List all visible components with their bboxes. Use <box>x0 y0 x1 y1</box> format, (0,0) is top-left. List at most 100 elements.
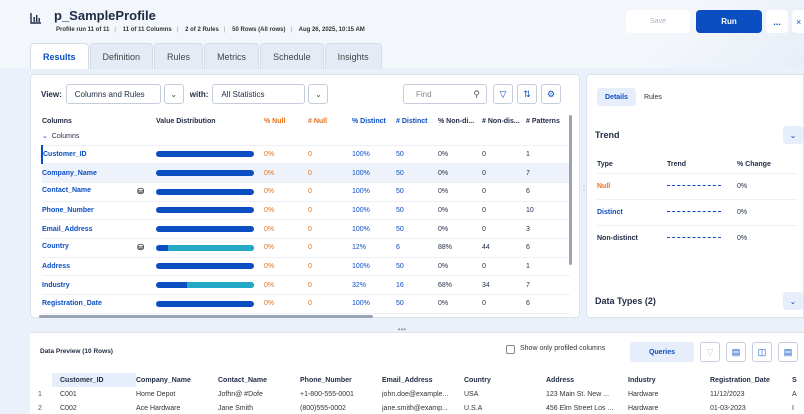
filter-icon[interactable]: ▽ <box>493 84 513 104</box>
table-row[interactable]: Phone_Number 0% 0 100% 50 0% 0 10 <box>42 201 570 221</box>
col-header-patterns[interactable]: # Patterns <box>526 115 570 128</box>
preview-col-header[interactable] <box>38 373 52 387</box>
table-row[interactable]: Contact_Name ⛁ 0% 0 100% 50 0% 0 6 <box>42 182 570 202</box>
table-row[interactable]: Registration_Date 0% 0 100% 50 0% 0 6 <box>42 294 570 314</box>
col-header-value-distribution[interactable]: Value Distribution <box>156 115 264 128</box>
pct-distinct: 32% <box>352 275 396 295</box>
preview-cell: C001 <box>60 390 77 398</box>
pct-null-text: 0% <box>264 206 275 214</box>
close-button[interactable]: × <box>792 10 804 33</box>
tab-details[interactable]: Details <box>597 88 636 106</box>
preview-col-header[interactable]: Country <box>464 373 546 387</box>
filter-icon[interactable]: ▽ <box>700 342 720 362</box>
pct-null-text: 0% <box>264 262 275 270</box>
settings-icon[interactable]: ⚙ <box>541 84 561 104</box>
columns-group-row[interactable]: ⌄ Columns <box>42 128 570 146</box>
preview-col-header[interactable]: Phone_Number <box>300 373 382 387</box>
preview-col-header[interactable]: Customer_ID <box>52 373 136 387</box>
col-header-columns[interactable]: Columns <box>42 115 156 128</box>
pct-distinct: 12% <box>352 238 396 258</box>
column-name-text[interactable]: Phone_Number <box>42 207 94 214</box>
trend-type: Distinct <box>597 198 667 225</box>
preview-col-header[interactable]: Email_Address <box>382 373 464 387</box>
trend-collapse-chevron-icon[interactable]: ⌄ <box>783 126 803 144</box>
view-dropdown-chevron-icon[interactable]: ⌄ <box>163 84 184 104</box>
preview-row[interactable]: 1 C001 Home Depot Jofhn@ #Dofe +1-800-555-00… <box>38 387 804 401</box>
find-input[interactable]: Find ⚲ <box>403 84 487 104</box>
data-types-collapse-chevron-icon[interactable]: ⌄ <box>783 292 803 310</box>
table-row[interactable]: Industry 0% 0 32% 16 68% 34 7 <box>42 275 570 295</box>
pct-nondistinct: 0% <box>438 294 482 314</box>
num-null-text: 0 <box>308 300 312 308</box>
tab-insights[interactable]: Insights <box>324 43 382 69</box>
more-options-button[interactable]: ... <box>766 10 788 33</box>
save-button[interactable]: Save <box>626 10 690 33</box>
statistics-dropdown-chevron-icon[interactable]: ⌄ <box>308 84 329 104</box>
table-row[interactable]: Customer_ID 0% 0 100% 50 0% 0 1 <box>42 145 570 165</box>
tab-results[interactable]: Results <box>30 43 89 69</box>
results-panel: View: Columns and Rules ⌄ with: All Stat… <box>30 74 580 318</box>
patterns: 3 <box>526 219 570 239</box>
tab-metrics[interactable]: Metrics <box>204 43 260 69</box>
col-header-pct-nondistinct[interactable]: % Non-di... <box>438 115 482 128</box>
run-button[interactable]: Run <box>696 10 762 33</box>
column-name-text[interactable]: Country <box>42 243 69 250</box>
preview-col-header[interactable]: Contact_Name <box>218 373 300 387</box>
pct-null: 0% <box>264 201 308 221</box>
column-name-text[interactable]: Address <box>42 263 70 270</box>
show-only-profiled-checkbox[interactable] <box>506 345 515 354</box>
details-tabs: Details Rules <box>597 88 670 106</box>
trend-type: Non-distinct <box>597 224 667 251</box>
meta-run: Profile run 11 of 11 <box>56 27 110 33</box>
layout-split-icon[interactable]: ◫ <box>752 342 772 362</box>
table-row[interactable]: Email_Address 0% 0 100% 50 0% 0 3 <box>42 219 570 239</box>
pct-nondistinct-text: 0% <box>438 169 449 177</box>
layout-top-icon[interactable]: ▤ <box>778 342 798 362</box>
tab-definition[interactable]: Definition <box>89 43 154 69</box>
col-header-pct-distinct[interactable]: % Distinct <box>352 115 396 128</box>
layout-bottom-icon[interactable]: ▤ <box>726 342 746 362</box>
sort-icon[interactable]: ⇅ <box>517 84 537 104</box>
column-name-text[interactable]: Registration_Date <box>42 300 102 307</box>
preview-row[interactable]: 2 C002 Ace Hardware Jane Smith (800)555-0002… <box>38 401 804 414</box>
tab-rules[interactable]: Rules <box>154 43 204 69</box>
num-distinct-text: 50 <box>396 225 404 233</box>
preview-cell: 01-03-2023 <box>710 404 746 412</box>
column-name-text[interactable]: Industry <box>42 282 70 289</box>
preview-col-header[interactable]: Company_Name <box>136 373 218 387</box>
search-icon: ⚲ <box>473 89 480 99</box>
horizontal-scrollbar[interactable] <box>39 315 373 318</box>
preview-col-header[interactable]: Address <box>546 373 628 387</box>
view-select[interactable]: Columns and Rules <box>65 84 161 104</box>
preview-col-header[interactable]: S <box>792 373 804 387</box>
statistics-select[interactable]: All Statistics <box>212 84 306 104</box>
expand-chevron-icon[interactable]: ⌄ <box>42 133 48 140</box>
num-distinct-text: 6 <box>396 244 400 252</box>
num-nondistinct-text: 44 <box>482 244 490 252</box>
vertical-scrollbar[interactable] <box>569 115 572 265</box>
col-header-num-null[interactable]: # Null <box>308 115 352 128</box>
show-only-profiled-label[interactable]: Show only profiled columns <box>520 345 605 352</box>
pct-null: 0% <box>264 238 308 258</box>
table-row[interactable]: Address 0% 0 100% 50 0% 0 1 <box>42 257 570 277</box>
preview-header-row: Customer_ID Company_Name Contact_Name Phone… <box>38 373 804 387</box>
column-name-text[interactable]: Email_Address <box>42 226 93 233</box>
pct-distinct-text: 12% <box>352 244 367 252</box>
num-null: 0 <box>308 219 352 239</box>
column-name-text[interactable]: Contact_Name <box>42 187 91 194</box>
col-header-pct-null[interactable]: % Null <box>264 115 308 128</box>
preview-col-header[interactable]: Registration_Date <box>710 373 792 387</box>
column-name-text[interactable]: Company_Name <box>42 170 97 177</box>
preview-cell: U.S.A <box>464 404 483 412</box>
table-row[interactable]: Company_Name 0% 0 100% 50 0% 0 7 <box>42 163 570 183</box>
column-name-text[interactable]: Customer_ID <box>43 151 87 158</box>
table-row[interactable]: Country ⛁ 0% 0 12% 6 88% 44 6 <box>42 238 570 258</box>
tab-schedule[interactable]: Schedule <box>260 43 324 69</box>
col-header-num-distinct[interactable]: # Distinct <box>396 115 438 128</box>
profile-chart-icon <box>30 13 41 24</box>
tab-details-rules[interactable]: Rules <box>636 88 670 106</box>
col-header-num-nondistinct[interactable]: # Non-dis... <box>482 115 526 128</box>
num-null: 0 <box>308 163 352 183</box>
queries-button[interactable]: Queries <box>630 342 694 362</box>
preview-col-header[interactable]: Industry <box>628 373 710 387</box>
